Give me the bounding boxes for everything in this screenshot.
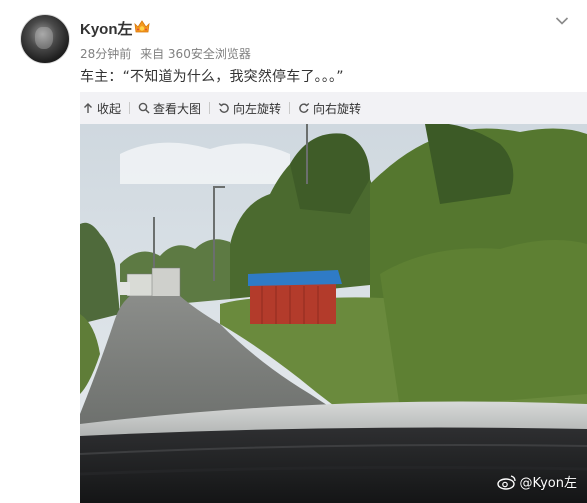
weibo-post-card: Kyon左 28分钟前 来自 360安全浏览器 车主：“不知道为什么，我突然停车…: [0, 0, 587, 503]
toolbar-divider: [129, 102, 131, 114]
post-text: 车主：“不知道为什么，我突然停车了。。。”: [80, 69, 344, 85]
street-lamp-arm: [213, 186, 225, 188]
truck-far: [126, 273, 156, 297]
view-large-label: 查看大图: [153, 101, 202, 116]
street-pole: [306, 124, 308, 184]
toolbar-divider: [289, 102, 291, 114]
collapse-button[interactable]: 收起: [82, 92, 121, 124]
bushes-right: [380, 240, 587, 409]
post-time[interactable]: 28分钟前: [80, 47, 131, 61]
magnifier-icon: [138, 102, 150, 114]
vip-badge-icon[interactable]: [133, 19, 151, 35]
street-pole: [213, 186, 215, 281]
truck-far-cab: [120, 282, 130, 295]
rotate-left-label: 向左旋转: [233, 101, 282, 116]
rotate-right-icon: [299, 103, 310, 113]
toolbar-divider: [209, 102, 211, 114]
weibo-logo-icon: [496, 474, 516, 490]
avatar[interactable]: [20, 14, 70, 64]
rotate-right-label: 向右旋转: [313, 101, 362, 116]
chevron-down-icon[interactable]: [555, 16, 569, 26]
cloud: [120, 142, 290, 184]
user-name[interactable]: Kyon左: [80, 18, 133, 39]
collapse-icon: [84, 103, 92, 113]
truck-near: [151, 267, 181, 299]
rotate-right-button[interactable]: 向右旋转: [298, 92, 361, 124]
post-source[interactable]: 来自 360安全浏览器: [140, 47, 251, 61]
media-toolbar: 收起 查看大图 向左旋转 向右旋转: [80, 92, 587, 124]
post-photo[interactable]: [80, 124, 587, 503]
image-watermark: @Kyon左: [496, 472, 577, 491]
view-large-button[interactable]: 查看大图: [138, 92, 201, 124]
post-meta: 28分钟前 来自 360安全浏览器: [80, 45, 256, 62]
rotate-left-icon: [218, 103, 229, 113]
watermark-text: @Kyon左: [519, 476, 577, 491]
rotate-left-button[interactable]: 向左旋转: [218, 92, 281, 124]
media-expanded-box: 收起 查看大图 向左旋转 向右旋转 @Kyon左: [80, 92, 587, 503]
dashboard: [80, 427, 587, 503]
collapse-label: 收起: [97, 101, 122, 116]
